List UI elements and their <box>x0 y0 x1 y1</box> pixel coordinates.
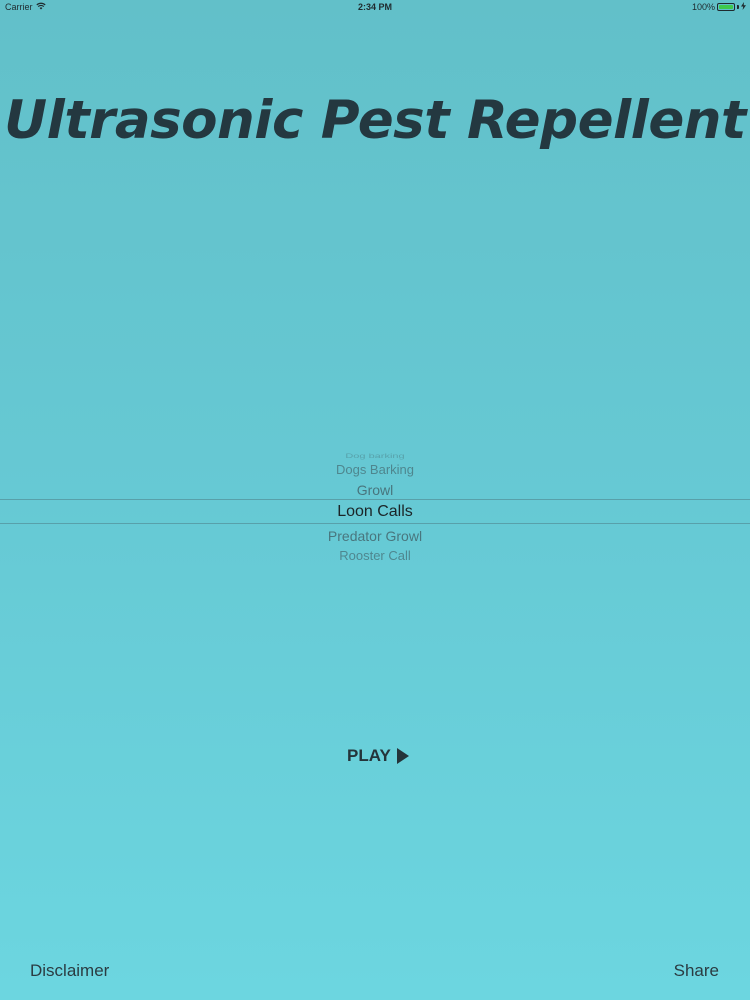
picker-item[interactable]: Rooster Call <box>0 548 750 563</box>
app-title: Ultrasonic Pest Repellent <box>4 90 746 151</box>
status-right: 100% <box>692 2 746 12</box>
bolt-icon <box>741 2 746 12</box>
picker-item[interactable]: Growl <box>0 482 750 498</box>
battery-percent: 100% <box>691 2 715 12</box>
picker-selection-line-top <box>0 499 750 500</box>
battery-cap <box>737 5 739 9</box>
picker-item-selected[interactable]: Loon Calls <box>0 503 750 521</box>
picker-item[interactable]: Dogs Barking <box>0 462 750 477</box>
battery-icon <box>717 3 735 11</box>
share-button[interactable]: Share <box>674 961 719 981</box>
battery-fill <box>719 5 733 9</box>
status-time: 2:34 PM <box>357 2 392 12</box>
picker-item[interactable]: Predator Growl <box>0 528 750 544</box>
picker-item[interactable]: Dog barking <box>0 452 750 459</box>
disclaimer-button[interactable]: Disclaimer <box>30 961 109 981</box>
play-label: PLAY <box>347 746 391 765</box>
status-bar: Carrier 2:34 PM 100% <box>0 0 750 16</box>
picker-selection-line-bottom <box>0 523 750 524</box>
sound-picker[interactable]: Dog barking Dogs Barking Growl Loon Call… <box>0 445 750 570</box>
play-button[interactable]: PLAY <box>347 746 409 766</box>
play-triangle-icon <box>396 748 409 764</box>
